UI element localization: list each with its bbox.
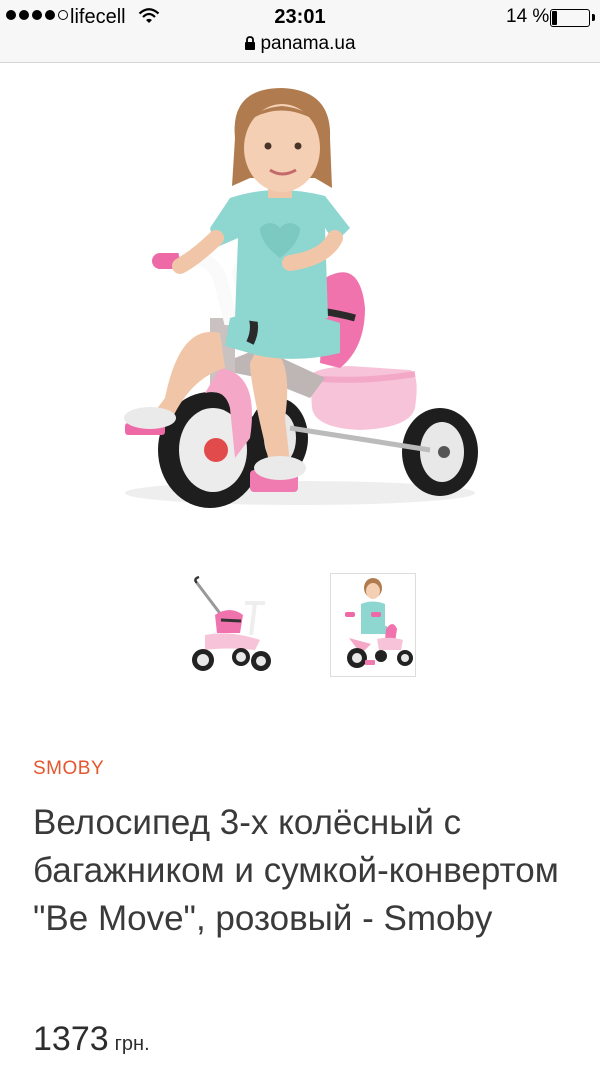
battery-icon <box>550 9 595 27</box>
product-thumbnail[interactable] <box>330 573 416 677</box>
price-currency: грн. <box>114 1033 150 1055</box>
product-thumbnail[interactable] <box>185 575 271 675</box>
price-amount: 1373 <box>33 1020 109 1058</box>
address-bar[interactable]: panama.ua <box>0 33 600 55</box>
product-title: Велосипед 3-х колёсный с багажником и су… <box>33 803 559 938</box>
status-bar: lifecell 23:01 14 % panama.ua <box>0 0 600 63</box>
lock-icon <box>245 36 256 50</box>
product-main-image[interactable] <box>110 78 490 538</box>
url-text: panama.ua <box>260 33 356 54</box>
battery-percentage: 14 % <box>506 6 550 27</box>
product-brand[interactable]: SMOBY <box>33 758 104 780</box>
product-price: 1373 грн. <box>33 1020 150 1059</box>
